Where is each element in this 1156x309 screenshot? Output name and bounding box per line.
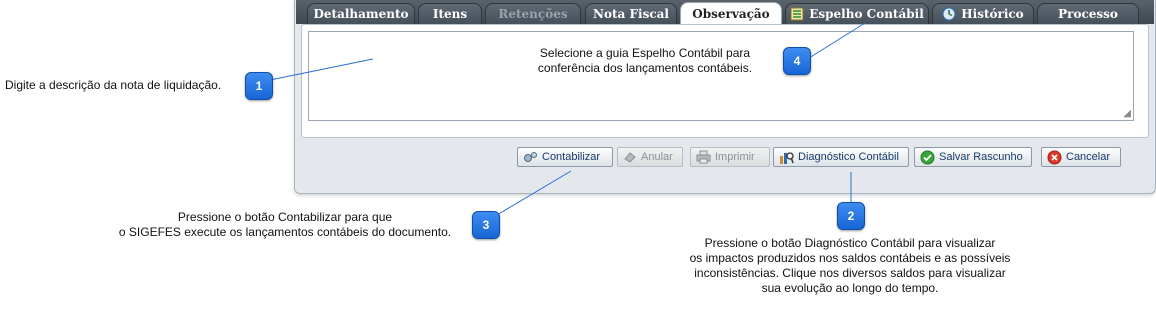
- callout-2-line: inconsistências. Clique nos diversos sal…: [694, 266, 1006, 280]
- callout-4-line: conferência dos lançamentos contábeis.: [537, 61, 753, 75]
- callout-4-text: Selecione a guia Espelho Contábil para c…: [530, 46, 760, 76]
- callout-2-text: Pressione o botão Diagnóstico Contábil p…: [660, 236, 1040, 296]
- callout-2-line: Pressione o botão Diagnóstico Contábil p…: [704, 236, 996, 250]
- callout-4-badge: 4: [783, 47, 811, 75]
- callout-1-text: Digite a descrição da nota de liquidação…: [5, 78, 222, 92]
- callout-3-text: Pressione o botão Contabilizar para que …: [90, 210, 480, 240]
- callout-2-line: sua evolução ao longo do tempo.: [761, 281, 939, 295]
- callout-3-line: Pressione o botão Contabilizar para que: [177, 210, 393, 224]
- callout-2-line: os impactos produzidos nos saldos contáb…: [689, 251, 1011, 265]
- callout-3-line: o SIGEFES execute os lançamentos contábe…: [118, 225, 452, 239]
- callout-4-line: Selecione a guia Espelho Contábil para: [539, 46, 751, 60]
- callout-3-badge: 3: [472, 211, 500, 239]
- callout-1-badge: 1: [245, 72, 273, 100]
- callout-2-badge: 2: [837, 202, 865, 230]
